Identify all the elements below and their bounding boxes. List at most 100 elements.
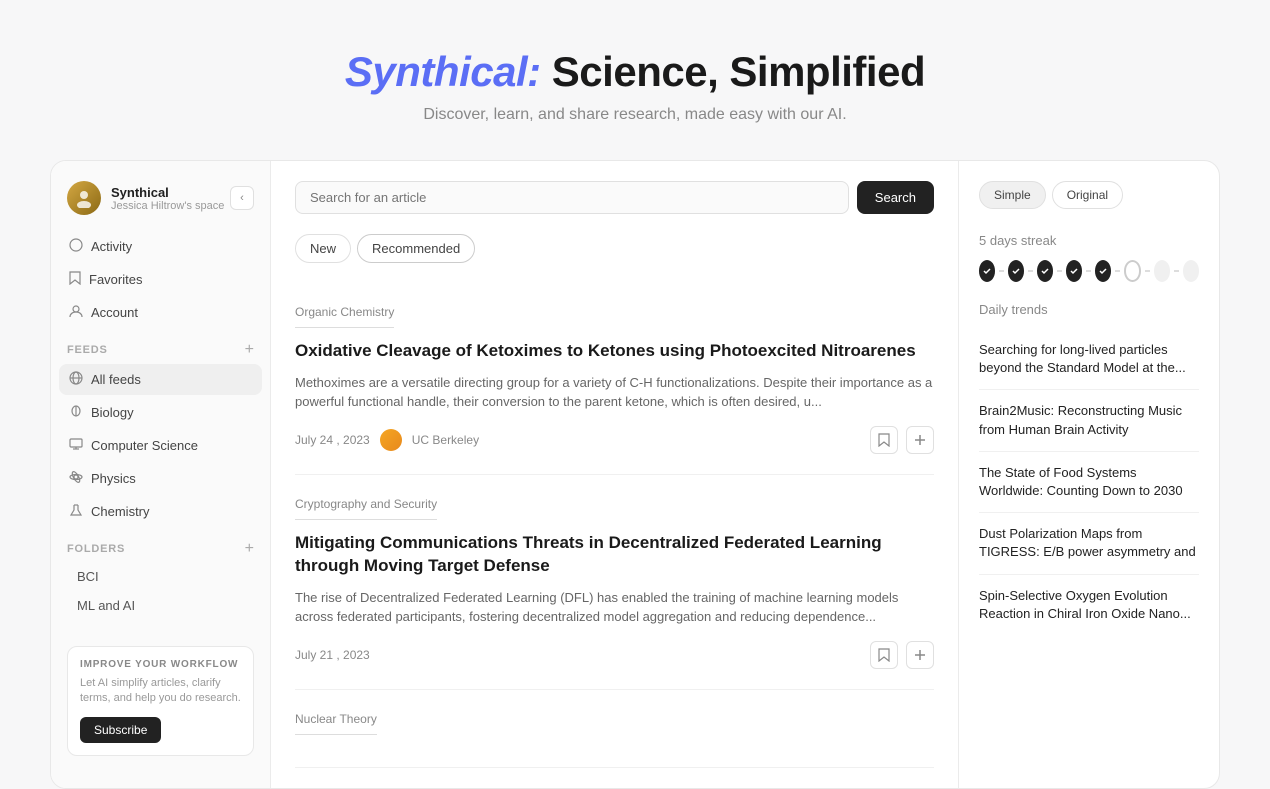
trends-title: Daily trends <box>979 302 1199 317</box>
streak-dot-5 <box>1095 260 1111 282</box>
computer-icon <box>69 437 83 454</box>
avatar <box>67 181 101 215</box>
article-meta-left-2: July 21 , 2023 <box>295 648 370 662</box>
streak-line-1 <box>999 270 1003 272</box>
sidebar-header: Synthical Jessica Hiltrow's space ‹ <box>51 177 270 231</box>
sidebar-user: Synthical Jessica Hiltrow's space <box>67 181 224 215</box>
nav-item-account[interactable]: Account <box>59 297 262 328</box>
article-source-1: UC Berkeley <box>412 433 479 447</box>
folders-section-header: FOLDERS + <box>51 529 270 563</box>
trend-text-3: The State of Food Systems Worldwide: Cou… <box>979 464 1199 500</box>
article-title-2[interactable]: Mitigating Communications Threats in Dec… <box>295 532 934 578</box>
trend-text-4: Dust Polarization Maps from TIGRESS: E/B… <box>979 525 1199 561</box>
streak-dot-1 <box>979 260 995 282</box>
streak-line-2 <box>1028 270 1032 272</box>
user-info: Synthical Jessica Hiltrow's space <box>111 185 224 212</box>
feed-label-biology: Biology <box>91 405 134 420</box>
streak-dot-7 <box>1154 260 1170 282</box>
nav-label-favorites: Favorites <box>89 272 142 287</box>
sidebar-nav: Activity Favorites Account <box>51 231 270 330</box>
article-card-3: Nuclear Theory <box>295 690 934 768</box>
tab-recommended[interactable]: Recommended <box>357 234 475 263</box>
article-date-1: July 24 , 2023 <box>295 433 370 447</box>
tab-new[interactable]: New <box>295 234 351 263</box>
hero-title-rest: Science, Simplified <box>541 48 925 95</box>
nav-item-activity[interactable]: Activity <box>59 231 262 262</box>
streak-dot-6 <box>1124 260 1141 282</box>
bookmark-button-1[interactable] <box>870 426 898 454</box>
article-category-1: Organic Chemistry <box>295 305 394 328</box>
toggle-original[interactable]: Original <box>1052 181 1123 209</box>
feeds-section-header: FEEDS + <box>51 330 270 364</box>
article-title-1[interactable]: Oxidative Cleavage of Ketoximes to Keton… <box>295 340 934 363</box>
feed-label-physics: Physics <box>91 471 136 486</box>
streak-line-5 <box>1115 270 1119 272</box>
trend-item-1[interactable]: Searching for long-lived particles beyon… <box>979 329 1199 390</box>
feed-item-biology[interactable]: Biology <box>59 397 262 428</box>
add-folder-button[interactable]: + <box>245 541 254 557</box>
trend-text-2: Brain2Music: Reconstructing Music from H… <box>979 402 1199 438</box>
article-abstract-2: The rise of Decentralized Federated Lear… <box>295 588 934 627</box>
article-meta-right-2 <box>870 641 934 669</box>
trends-section: Daily trends Searching for long-lived pa… <box>979 302 1199 635</box>
globe-icon <box>69 371 83 388</box>
streak-line-6 <box>1145 270 1149 272</box>
feed-item-all[interactable]: All feeds <box>59 364 262 395</box>
right-panel: Simple Original 5 days streak <box>959 161 1219 788</box>
folder-ml-ai[interactable]: ML and AI <box>59 592 262 619</box>
bookmark-button-2[interactable] <box>870 641 898 669</box>
activity-icon <box>69 238 83 255</box>
upgrade-text: Let AI simplify articles, clarify terms,… <box>80 676 241 707</box>
source-badge-1 <box>380 429 402 451</box>
hero-section: Synthical: Science, Simplified Discover,… <box>0 0 1270 160</box>
trend-item-4[interactable]: Dust Polarization Maps from TIGRESS: E/B… <box>979 513 1199 574</box>
hero-title: Synthical: Science, Simplified <box>0 48 1270 96</box>
article-meta-1: July 24 , 2023 UC Berkeley <box>295 426 934 454</box>
upgrade-box: IMPROVE YOUR WORKFLOW Let AI simplify ar… <box>67 646 254 756</box>
search-button[interactable]: Search <box>857 181 934 214</box>
nav-label-activity: Activity <box>91 239 132 254</box>
trend-item-2[interactable]: Brain2Music: Reconstructing Music from H… <box>979 390 1199 451</box>
streak-dot-8 <box>1183 260 1199 282</box>
sidebar: Synthical Jessica Hiltrow's space ‹ Acti… <box>51 161 271 788</box>
add-feed-button[interactable]: + <box>245 342 254 358</box>
tab-bar: New Recommended <box>295 234 934 263</box>
article-card-1: Organic Chemistry Oxidative Cleavage of … <box>295 283 934 475</box>
feed-item-chemistry[interactable]: Chemistry <box>59 496 262 527</box>
feed-label-chemistry: Chemistry <box>91 504 150 519</box>
add-button-1[interactable] <box>906 426 934 454</box>
streak-line-7 <box>1174 270 1178 272</box>
trend-text-1: Searching for long-lived particles beyon… <box>979 341 1199 377</box>
article-category-3: Nuclear Theory <box>295 712 377 735</box>
user-space: Jessica Hiltrow's space <box>111 200 224 212</box>
collapse-button[interactable]: ‹ <box>230 186 254 210</box>
streak-line-4 <box>1086 270 1090 272</box>
nav-label-account: Account <box>91 305 138 320</box>
biology-icon <box>69 404 83 421</box>
streak-dot-2 <box>1008 260 1024 282</box>
article-category-2: Cryptography and Security <box>295 497 437 520</box>
toggle-simple[interactable]: Simple <box>979 181 1046 209</box>
streak-dot-3 <box>1037 260 1053 282</box>
add-button-2[interactable] <box>906 641 934 669</box>
feed-label-cs: Computer Science <box>91 438 198 453</box>
folder-bci[interactable]: BCI <box>59 563 262 590</box>
physics-icon <box>69 470 83 487</box>
streak-dots <box>979 260 1199 282</box>
trend-item-5[interactable]: Spin-Selective Oxygen Evolution Reaction… <box>979 575 1199 635</box>
feeds-list: All feeds Biology Computer Science Physi… <box>51 364 270 529</box>
folders-label: FOLDERS <box>67 543 125 555</box>
search-input[interactable] <box>295 181 849 214</box>
article-meta-2: July 21 , 2023 <box>295 641 934 669</box>
feed-item-computer-science[interactable]: Computer Science <box>59 430 262 461</box>
feed-item-physics[interactable]: Physics <box>59 463 262 494</box>
upgrade-title: IMPROVE YOUR WORKFLOW <box>80 659 241 670</box>
feed-label-all: All feeds <box>91 372 141 387</box>
article-date-2: July 21 , 2023 <box>295 648 370 662</box>
nav-item-favorites[interactable]: Favorites <box>59 264 262 295</box>
hero-subtitle: Discover, learn, and share research, mad… <box>0 106 1270 124</box>
trend-item-3[interactable]: The State of Food Systems Worldwide: Cou… <box>979 452 1199 513</box>
subscribe-button[interactable]: Subscribe <box>80 717 161 743</box>
chemistry-icon <box>69 503 83 520</box>
bookmark-icon <box>69 271 81 288</box>
